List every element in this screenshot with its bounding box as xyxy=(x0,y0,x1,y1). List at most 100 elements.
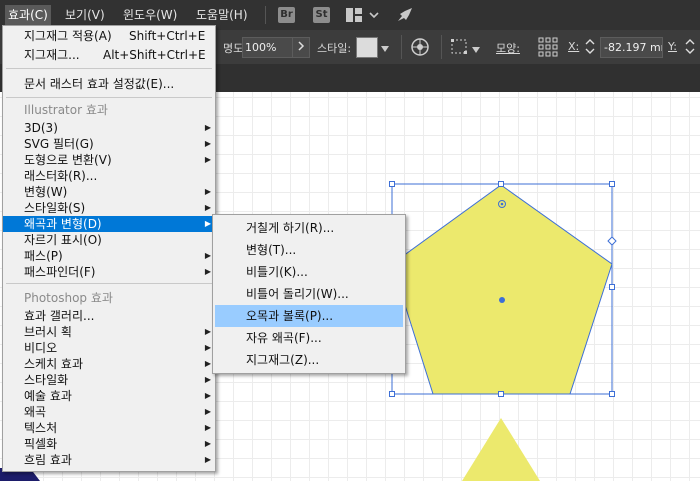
photoshop-effect-item-label: 효과 갤러리... xyxy=(24,309,95,323)
submenu-arrow-icon: ▶ xyxy=(204,423,211,432)
distort-submenu-item-label: 비틀어 돌리기(W)... xyxy=(246,287,349,301)
x-label: X: xyxy=(568,40,580,53)
menu-item-zigzag[interactable]: 지그재그... Alt+Shift+Ctrl+E xyxy=(3,47,215,63)
photoshop-effect-item-2[interactable]: 브러시 획 ▶ xyxy=(3,324,215,340)
menu-item-raster-settings[interactable]: 문서 래스터 효과 설정값(E)... xyxy=(3,76,215,92)
illustrator-effect-item-label: 자르기 표시(O) xyxy=(24,233,102,247)
chevron-down-icon[interactable] xyxy=(369,7,379,27)
photoshop-effect-item-10[interactable]: 흐림 효과 ▶ xyxy=(3,452,215,468)
submenu-arrow-icon: ▶ xyxy=(204,407,211,416)
illustrator-effect-item-label: 패스파인더(F) xyxy=(24,265,96,279)
menu-separator xyxy=(6,97,212,98)
submenu-arrow-icon: ▶ xyxy=(204,343,211,352)
photoshop-effect-item-8[interactable]: 텍스처 ▶ xyxy=(3,420,215,436)
illustrator-effect-item-1[interactable]: 3D(3) ▶ xyxy=(3,120,215,136)
menu-effect[interactable]: 효과(C) xyxy=(5,5,51,25)
submenu-arrow-icon: ▶ xyxy=(204,123,211,132)
menu-help[interactable]: 도움말(H) xyxy=(193,5,251,25)
y-stepper[interactable] xyxy=(684,37,698,56)
x-field[interactable]: -82.197 mr xyxy=(600,37,663,58)
x-stepper[interactable] xyxy=(584,37,598,56)
distort-submenu-item-label: 지그재그(Z)... xyxy=(246,353,320,367)
rocket-icon[interactable] xyxy=(396,7,414,27)
illustrator-effect-item-7[interactable]: 왜곡과 변형(D) ▶ xyxy=(3,216,215,232)
distort-submenu-item-label: 오목과 볼록(P)... xyxy=(246,309,334,323)
submenu-arrow-icon: ▶ xyxy=(204,187,211,196)
illustrator-effect-item-2[interactable]: SVG 필터(G) ▶ xyxy=(3,136,215,152)
opacity-field[interactable]: 100% xyxy=(242,37,294,58)
illustrator-effect-item-label: 왜곡과 변형(D) xyxy=(24,217,102,231)
globe-icon[interactable] xyxy=(410,37,430,60)
photoshop-effect-item-label: 왜곡 xyxy=(24,405,47,419)
transform-chevron-icon[interactable] xyxy=(472,43,480,56)
distort-submenu-item-label: 변형(T)... xyxy=(246,243,297,257)
photoshop-effect-item-7[interactable]: 왜곡 ▶ xyxy=(3,404,215,420)
photoshop-effects-header: Photoshop 효과 xyxy=(24,291,113,305)
y-label: Y: xyxy=(668,40,677,53)
distort-submenu-item-label: 거칠게 하기(R)... xyxy=(246,221,335,235)
opacity-dropdown-button[interactable] xyxy=(292,37,310,58)
illustrator-effect-item-label: SVG 필터(G) xyxy=(24,137,94,151)
menu-window[interactable]: 윈도우(W) xyxy=(120,5,180,25)
submenu-arrow-icon: ▶ xyxy=(204,155,211,164)
distort-submenu-item-label: 자유 왜곡(F)... xyxy=(246,331,322,345)
effect-menu: 지그재그 적용(A) Shift+Ctrl+E 지그재그... Alt+Shift+… xyxy=(2,25,216,472)
illustrator-effects-header: Illustrator 효과 xyxy=(24,103,108,117)
stock-icon[interactable]: St xyxy=(313,7,330,23)
menubar-divider xyxy=(265,6,266,24)
menu-item-apply-zigzag[interactable]: 지그재그 적용(A) Shift+Ctrl+E xyxy=(3,28,215,44)
photoshop-effect-item-label: 픽셀화 xyxy=(24,437,58,451)
illustrator-effect-item-8[interactable]: 자르기 표시(O) xyxy=(3,232,215,248)
grid-icon[interactable] xyxy=(538,37,558,60)
submenu-arrow-icon: ▶ xyxy=(204,267,211,276)
distort-submenu-item-1[interactable]: 거칠게 하기(R)... xyxy=(213,217,405,239)
photoshop-effect-item-4[interactable]: 스케치 효과 ▶ xyxy=(3,356,215,372)
illustrator-effect-item-9[interactable]: 패스(P) ▶ xyxy=(3,248,215,264)
style-label: 스타일: xyxy=(317,42,352,55)
menu-separator xyxy=(6,68,212,69)
menu-separator xyxy=(6,283,212,284)
style-swatch[interactable] xyxy=(356,37,378,58)
menu-view[interactable]: 보기(V) xyxy=(62,5,108,25)
illustrator-effect-item-5[interactable]: 변형(W) ▶ xyxy=(3,184,215,200)
photoshop-effect-item-5[interactable]: 스타일화 ▶ xyxy=(3,372,215,388)
illustrator-effect-item-label: 패스(P) xyxy=(24,249,63,263)
submenu-arrow-icon: ▶ xyxy=(204,439,211,448)
illustrator-effect-item-3[interactable]: 도형으로 변환(V) ▶ xyxy=(3,152,215,168)
submenu-arrow-icon: ▶ xyxy=(204,359,211,368)
submenu-arrow-icon: ▶ xyxy=(204,203,211,212)
style-chevron-icon[interactable] xyxy=(381,42,389,55)
photoshop-effect-item-label: 브러시 획 xyxy=(24,325,72,339)
distort-submenu-item-5[interactable]: 오목과 볼록(P)... xyxy=(215,305,403,327)
photoshop-effect-item-label: 스케치 효과 xyxy=(24,357,84,371)
workspace-icon[interactable] xyxy=(346,7,362,27)
distort-submenu-item-3[interactable]: 비틀기(K)... xyxy=(213,261,405,283)
bridge-icon[interactable]: Br xyxy=(278,7,295,23)
distort-submenu-item-4[interactable]: 비틀어 돌리기(W)... xyxy=(213,283,405,305)
transform-icon[interactable] xyxy=(450,38,470,59)
illustrator-effect-item-6[interactable]: 스타일화(S) ▶ xyxy=(3,200,215,216)
pentagon-shape[interactable] xyxy=(391,184,613,395)
illustrator-effect-item-label: 3D(3) xyxy=(24,121,58,135)
distort-submenu-item-2[interactable]: 변형(T)... xyxy=(213,239,405,261)
illustrator-effect-item-4[interactable]: 래스터화(R)... xyxy=(3,168,215,184)
photoshop-effect-item-1[interactable]: 효과 갤러리... xyxy=(3,308,215,324)
illustrator-effect-item-10[interactable]: 패스파인더(F) ▶ xyxy=(3,264,215,280)
photoshop-effect-item-label: 비디오 xyxy=(24,341,58,355)
photoshop-effect-item-label: 스타일화 xyxy=(24,373,69,387)
photoshop-effect-item-label: 텍스처 xyxy=(24,421,58,435)
photoshop-effect-item-9[interactable]: 픽셀화 ▶ xyxy=(3,436,215,452)
illustrator-effect-item-label: 변형(W) xyxy=(24,185,68,199)
shape-label[interactable]: 모양: xyxy=(496,40,520,56)
illustrator-effect-item-label: 스타일화(S) xyxy=(24,201,86,215)
submenu-arrow-icon: ▶ xyxy=(204,251,211,260)
photoshop-effect-item-6[interactable]: 예술 효과 ▶ xyxy=(3,388,215,404)
photoshop-effect-item-3[interactable]: 비디오 ▶ xyxy=(3,340,215,356)
photoshop-effect-item-label: 흐림 효과 xyxy=(24,453,72,467)
distort-submenu-item-7[interactable]: 지그재그(Z)... xyxy=(213,349,405,371)
submenu-arrow-icon: ▶ xyxy=(204,391,211,400)
photoshop-effect-item-label: 예술 효과 xyxy=(24,389,72,403)
distort-submenu-item-6[interactable]: 자유 왜곡(F)... xyxy=(213,327,405,349)
submenu-arrow-icon: ▶ xyxy=(204,375,211,384)
triangle-shape[interactable] xyxy=(462,418,540,481)
